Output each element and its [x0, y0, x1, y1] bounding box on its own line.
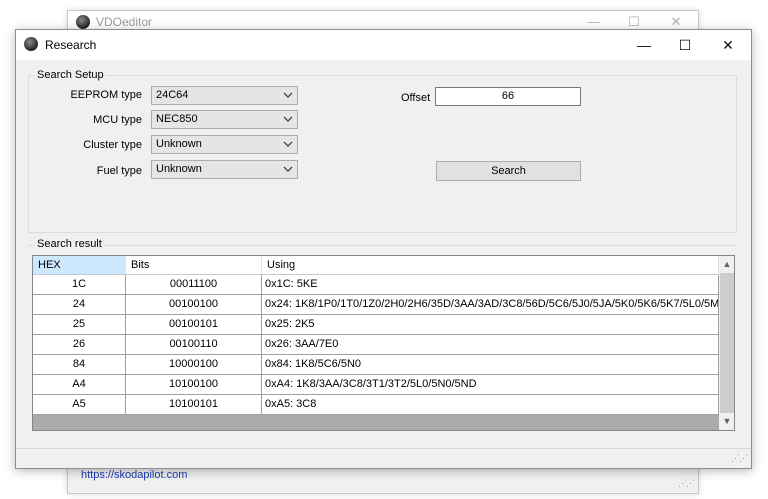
- search-button[interactable]: Search: [436, 161, 581, 181]
- chevron-down-icon: [283, 166, 293, 172]
- using-cell[interactable]: 0x24: 1K8/1P0/1T0/1Z0/2H0/2H6/35D/3AA/3A…: [262, 295, 719, 315]
- eeprom-type-select[interactable]: 24C64: [151, 86, 298, 105]
- offset-input[interactable]: 66: [435, 87, 581, 106]
- close-button[interactable]: ✕: [705, 30, 751, 60]
- scroll-up-icon[interactable]: ▲: [719, 256, 734, 273]
- cluster-type-label: Cluster type: [83, 139, 142, 151]
- chevron-down-icon: [283, 116, 293, 122]
- table-row[interactable]: 1C 00011100 0x1C: 5KE: [33, 275, 719, 295]
- dialog-title-bar[interactable]: Research — ☐ ✕: [16, 30, 751, 60]
- bits-cell[interactable]: 00100110: [126, 335, 262, 355]
- mcu-type-value: NEC850: [156, 113, 198, 125]
- table-row[interactable]: 24 00100100 0x24: 1K8/1P0/1T0/1Z0/2H0/2H…: [33, 295, 719, 315]
- column-header-bits[interactable]: Bits: [126, 256, 262, 275]
- hex-cell[interactable]: A5: [33, 395, 126, 415]
- mcu-type-select[interactable]: NEC850: [151, 110, 298, 129]
- bits-cell[interactable]: 10100101: [126, 395, 262, 415]
- using-cell[interactable]: 0x25: 2K5: [262, 315, 719, 335]
- table-row[interactable]: 84 10000100 0x84: 1K8/5C6/5N0: [33, 355, 719, 375]
- hex-cell[interactable]: 25: [33, 315, 126, 335]
- table-row[interactable]: 26 00100110 0x26: 3AA/7E0: [33, 335, 719, 355]
- research-dialog: Research — ☐ ✕ Search Setup EEPROM type …: [15, 29, 752, 469]
- hex-cell[interactable]: 1C: [33, 275, 126, 295]
- mcu-type-label: MCU type: [93, 114, 142, 126]
- bits-cell[interactable]: 10000100: [126, 355, 262, 375]
- app-icon: [24, 37, 38, 51]
- column-header-using[interactable]: Using: [262, 256, 719, 275]
- close-icon[interactable]: ✕: [666, 14, 686, 30]
- vertical-scrollbar[interactable]: ▲ ▼: [719, 256, 734, 430]
- resize-grip-icon[interactable]: ⋰⋰: [678, 478, 695, 489]
- background-window-title: VDOeditor: [96, 15, 153, 29]
- table-row[interactable]: A4 10100100 0xA4: 1K8/3AA/3C8/3T1/3T2/5L…: [33, 375, 719, 395]
- skodapilot-link[interactable]: https://skodapilot.com: [81, 469, 187, 481]
- minimize-icon[interactable]: —: [584, 14, 604, 30]
- bits-cell[interactable]: 10100100: [126, 375, 262, 395]
- scroll-down-icon[interactable]: ▼: [719, 413, 734, 430]
- using-cell[interactable]: 0x26: 3AA/7E0: [262, 335, 719, 355]
- status-bar: ⋰⋰: [16, 448, 751, 468]
- chevron-down-icon: [283, 141, 293, 147]
- hex-cell[interactable]: 84: [33, 355, 126, 375]
- scrollbar-thumb[interactable]: [720, 273, 734, 413]
- chevron-down-icon: [283, 92, 293, 98]
- bits-cell[interactable]: 00011100: [126, 275, 262, 295]
- eeprom-type-label: EEPROM type: [70, 89, 142, 101]
- minimize-button[interactable]: —: [621, 30, 667, 60]
- bits-cell[interactable]: 00100100: [126, 295, 262, 315]
- search-setup-label: Search Setup: [35, 69, 106, 81]
- column-header-hex[interactable]: HEX: [33, 256, 126, 275]
- app-icon: [76, 15, 90, 29]
- search-result-label: Search result: [35, 238, 104, 250]
- maximize-icon[interactable]: ☐: [624, 14, 644, 30]
- table-row[interactable]: A5 10100101 0xA5: 3C8: [33, 395, 719, 415]
- results-grid[interactable]: HEX Bits Using 1C 00011100 0x1C: 5KE 24 …: [32, 255, 735, 431]
- fuel-type-select[interactable]: Unknown: [151, 160, 298, 179]
- cluster-type-select[interactable]: Unknown: [151, 135, 298, 154]
- hex-cell[interactable]: 24: [33, 295, 126, 315]
- using-cell[interactable]: 0x84: 1K8/5C6/5N0: [262, 355, 719, 375]
- dialog-title: Research: [45, 38, 97, 52]
- offset-label: Offset: [401, 92, 431, 104]
- using-cell[interactable]: 0xA4: 1K8/3AA/3C8/3T1/3T2/5L0/5N0/5ND: [262, 375, 719, 395]
- fuel-type-label: Fuel type: [96, 165, 142, 177]
- table-row[interactable]: 25 00100101 0x25: 2K5: [33, 315, 719, 335]
- resize-grip-icon[interactable]: ⋰⋰: [731, 453, 748, 464]
- hex-cell[interactable]: A4: [33, 375, 126, 395]
- maximize-button[interactable]: ☐: [662, 30, 708, 60]
- hex-cell[interactable]: 26: [33, 335, 126, 355]
- fuel-type-value: Unknown: [156, 163, 202, 175]
- using-cell[interactable]: 0x1C: 5KE: [262, 275, 719, 295]
- using-cell[interactable]: 0xA5: 3C8: [262, 395, 719, 415]
- bits-cell[interactable]: 00100101: [126, 315, 262, 335]
- cluster-type-value: Unknown: [156, 138, 202, 150]
- eeprom-type-value: 24C64: [156, 89, 189, 101]
